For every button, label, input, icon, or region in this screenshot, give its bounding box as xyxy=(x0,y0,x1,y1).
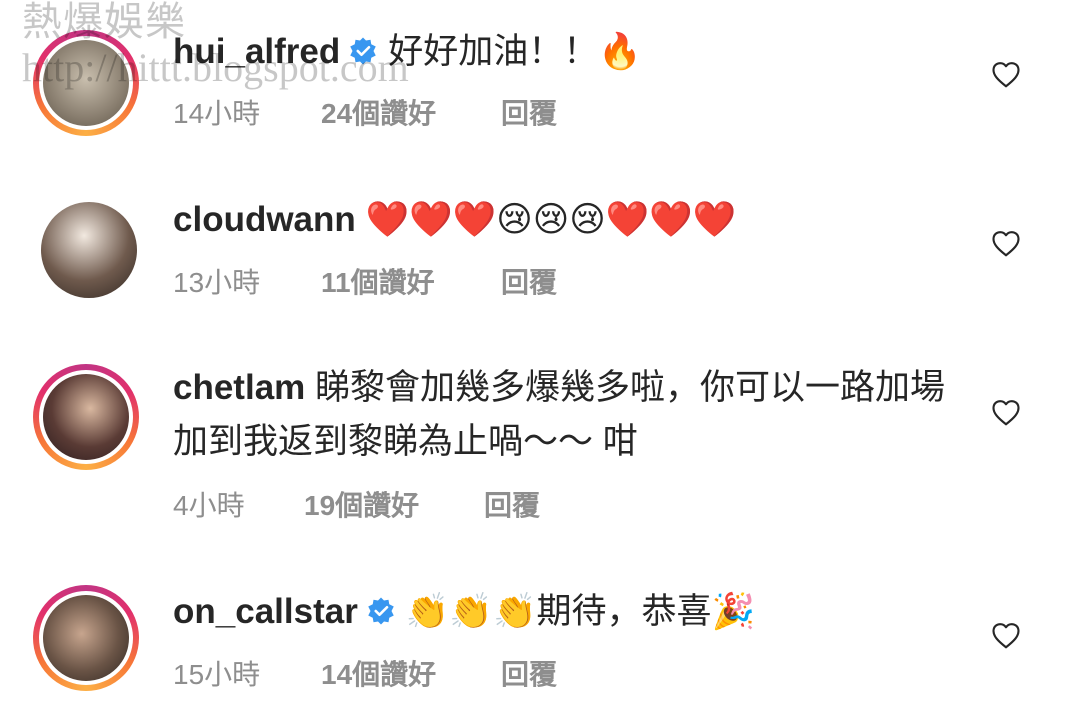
watermark-title: 熱爆娛樂 xyxy=(22,0,186,44)
comment-time: 13小時 xyxy=(173,267,261,298)
comment-time: 14小時 xyxy=(173,98,261,129)
watermark: 熱爆娛樂 http://hittt.blogspot.com xyxy=(22,2,409,88)
likes-count[interactable]: 24個讚好 xyxy=(321,92,501,132)
comment-text: ❤️❤️❤️😢😢😢❤️❤️❤️ xyxy=(365,200,737,239)
comment-text: 👏👏👏期待，恭喜🎉 xyxy=(405,592,756,631)
likes-count[interactable]: 19個讚好 xyxy=(304,484,484,524)
comment-meta: 4小時 19個讚好 回覆 xyxy=(173,484,540,524)
verified-badge-icon xyxy=(368,597,394,625)
avatar[interactable] xyxy=(33,364,139,470)
reply-button[interactable]: 回覆 xyxy=(501,92,557,132)
comment-meta: 15小時 14個讚好 回覆 xyxy=(173,653,557,693)
comment-meta: 14小時 24個讚好 回覆 xyxy=(173,92,557,132)
likes-count[interactable]: 14個讚好 xyxy=(321,653,501,693)
comment-text: 好好加油！！🔥 xyxy=(388,32,642,71)
comment-text: 睇黎會加幾多爆幾多啦，你可以一路加場 xyxy=(315,368,946,407)
watermark-url: http://hittt.blogspot.com xyxy=(22,45,409,90)
comment-time: 4小時 xyxy=(173,490,245,521)
comment-username[interactable]: on_callstar xyxy=(173,592,358,631)
likes-count[interactable]: 11個讚好 xyxy=(321,261,501,301)
reply-button[interactable]: 回覆 xyxy=(501,261,557,301)
heart-outline-icon[interactable] xyxy=(990,398,1022,428)
heart-outline-icon[interactable] xyxy=(990,621,1022,651)
comment-username[interactable]: chetlam xyxy=(173,368,305,407)
avatar[interactable] xyxy=(37,198,143,304)
reply-button[interactable]: 回覆 xyxy=(501,653,557,693)
comment-username[interactable]: cloudwann xyxy=(173,200,356,239)
avatar[interactable] xyxy=(33,585,139,691)
reply-button[interactable]: 回覆 xyxy=(484,484,540,524)
heart-outline-icon[interactable] xyxy=(990,229,1022,259)
comment-meta: 13小時 11個讚好 回覆 xyxy=(173,261,557,301)
heart-outline-icon[interactable] xyxy=(990,60,1022,90)
comment-text-continued: 加到我返到黎睇為止喎～～ 咁 xyxy=(173,422,638,461)
comment-time: 15小時 xyxy=(173,659,261,690)
